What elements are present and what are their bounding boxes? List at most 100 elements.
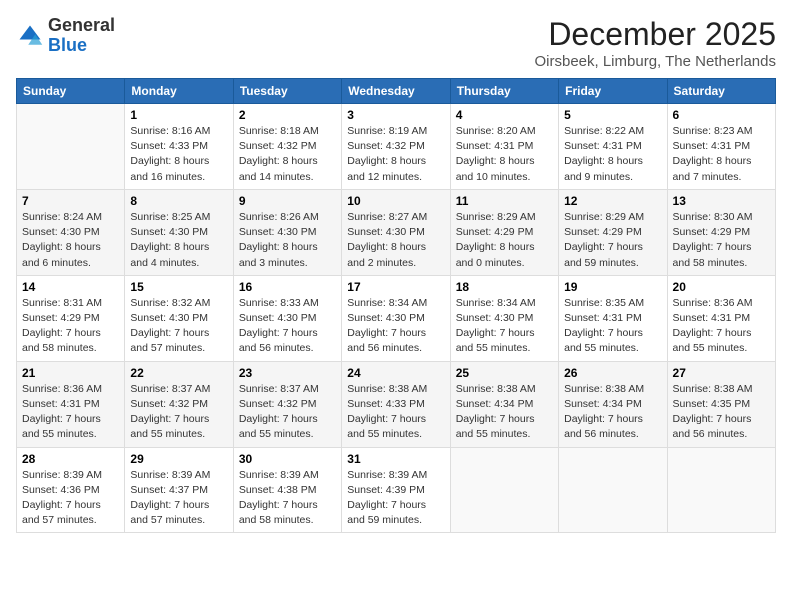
day-number: 28 [22,452,119,466]
day-number: 31 [347,452,444,466]
day-number: 27 [673,366,770,380]
day-info: Sunrise: 8:39 AM Sunset: 4:38 PM Dayligh… [239,468,336,529]
calendar-cell [667,447,775,533]
day-number: 4 [456,108,553,122]
calendar-week-1: 1Sunrise: 8:16 AM Sunset: 4:33 PM Daylig… [17,104,776,190]
calendar-cell: 17Sunrise: 8:34 AM Sunset: 4:30 PM Dayli… [342,275,450,361]
day-number: 15 [130,280,227,294]
day-info: Sunrise: 8:39 AM Sunset: 4:37 PM Dayligh… [130,468,227,529]
calendar-cell [450,447,558,533]
day-number: 2 [239,108,336,122]
day-info: Sunrise: 8:27 AM Sunset: 4:30 PM Dayligh… [347,210,444,271]
day-number: 6 [673,108,770,122]
day-number: 14 [22,280,119,294]
calendar-cell: 3Sunrise: 8:19 AM Sunset: 4:32 PM Daylig… [342,104,450,190]
day-info: Sunrise: 8:19 AM Sunset: 4:32 PM Dayligh… [347,124,444,185]
day-info: Sunrise: 8:22 AM Sunset: 4:31 PM Dayligh… [564,124,661,185]
day-number: 20 [673,280,770,294]
day-number: 12 [564,194,661,208]
calendar-cell: 29 Sunrise: 8:39 AM Sunset: 4:37 PM Dayli… [125,447,233,533]
day-number: 13 [673,194,770,208]
day-info: Sunrise: 8:34 AM Sunset: 4:30 PM Dayligh… [456,296,553,357]
calendar-week-4: 21 Sunrise: 8:36 AM Sunset: 4:31 PM Dayli… [17,361,776,447]
calendar-cell: 6 Sunrise: 8:23 AM Sunset: 4:31 PM Daylig… [667,104,775,190]
calendar-cell: 10Sunrise: 8:27 AM Sunset: 4:30 PM Dayli… [342,189,450,275]
day-info: Sunrise: 8:38 AM Sunset: 4:34 PM Dayligh… [456,382,553,443]
day-number: 7 [22,194,119,208]
day-number: 17 [347,280,444,294]
calendar-cell: 26 Sunrise: 8:38 AM Sunset: 4:34 PM Dayli… [559,361,667,447]
calendar-cell: 21 Sunrise: 8:36 AM Sunset: 4:31 PM Dayli… [17,361,125,447]
calendar-cell: 9 Sunrise: 8:26 AM Sunset: 4:30 PM Daylig… [233,189,341,275]
day-info: Sunrise: 8:39 AM Sunset: 4:39 PM Dayligh… [347,468,444,529]
day-number: 30 [239,452,336,466]
day-info: Sunrise: 8:26 AM Sunset: 4:30 PM Dayligh… [239,210,336,271]
calendar-cell: 8 Sunrise: 8:25 AM Sunset: 4:30 PM Daylig… [125,189,233,275]
title-block: December 2025 Oirsbeek, Limburg, The Net… [534,16,776,70]
header-friday: Friday [559,79,667,104]
day-number: 16 [239,280,336,294]
location: Oirsbeek, Limburg, The Netherlands [534,53,776,70]
day-info: Sunrise: 8:35 AM Sunset: 4:31 PM Dayligh… [564,296,661,357]
page-header: General Blue December 2025 Oirsbeek, Lim… [16,16,776,70]
calendar-cell: 30 Sunrise: 8:39 AM Sunset: 4:38 PM Dayli… [233,447,341,533]
day-info: Sunrise: 8:36 AM Sunset: 4:31 PM Dayligh… [22,382,119,443]
calendar-cell: 25 Sunrise: 8:38 AM Sunset: 4:34 PM Dayli… [450,361,558,447]
calendar-cell: 4 Sunrise: 8:20 AM Sunset: 4:31 PM Daylig… [450,104,558,190]
calendar-cell: 31 Sunrise: 8:39 AM Sunset: 4:39 PM Dayli… [342,447,450,533]
calendar-cell [559,447,667,533]
calendar-cell: 27 Sunrise: 8:38 AM Sunset: 4:35 PM Dayli… [667,361,775,447]
day-info: Sunrise: 8:38 AM Sunset: 4:33 PM Dayligh… [347,382,444,443]
day-number: 11 [456,194,553,208]
calendar-cell: 20Sunrise: 8:36 AM Sunset: 4:31 PM Dayli… [667,275,775,361]
logo-text: General Blue [48,16,115,56]
day-number: 21 [22,366,119,380]
month-title: December 2025 [534,16,776,53]
calendar-cell: 1Sunrise: 8:16 AM Sunset: 4:33 PM Daylig… [125,104,233,190]
calendar-cell: 18 Sunrise: 8:34 AM Sunset: 4:30 PM Dayli… [450,275,558,361]
day-info: Sunrise: 8:37 AM Sunset: 4:32 PM Dayligh… [239,382,336,443]
logo-blue: Blue [48,36,115,56]
calendar-cell: 23 Sunrise: 8:37 AM Sunset: 4:32 PM Dayli… [233,361,341,447]
day-number: 1 [130,108,227,122]
calendar-cell: 2Sunrise: 8:18 AM Sunset: 4:32 PM Daylig… [233,104,341,190]
day-info: Sunrise: 8:38 AM Sunset: 4:34 PM Dayligh… [564,382,661,443]
day-number: 25 [456,366,553,380]
day-info: Sunrise: 8:38 AM Sunset: 4:35 PM Dayligh… [673,382,770,443]
day-info: Sunrise: 8:29 AM Sunset: 4:29 PM Dayligh… [564,210,661,271]
header-thursday: Thursday [450,79,558,104]
day-info: Sunrise: 8:39 AM Sunset: 4:36 PM Dayligh… [22,468,119,529]
day-info: Sunrise: 8:37 AM Sunset: 4:32 PM Dayligh… [130,382,227,443]
day-number: 9 [239,194,336,208]
day-info: Sunrise: 8:24 AM Sunset: 4:30 PM Dayligh… [22,210,119,271]
day-info: Sunrise: 8:32 AM Sunset: 4:30 PM Dayligh… [130,296,227,357]
day-number: 23 [239,366,336,380]
day-info: Sunrise: 8:30 AM Sunset: 4:29 PM Dayligh… [673,210,770,271]
logo-general: General [48,16,115,36]
day-number: 18 [456,280,553,294]
logo: General Blue [16,16,115,56]
header-wednesday: Wednesday [342,79,450,104]
day-info: Sunrise: 8:20 AM Sunset: 4:31 PM Dayligh… [456,124,553,185]
day-info: Sunrise: 8:29 AM Sunset: 4:29 PM Dayligh… [456,210,553,271]
day-number: 22 [130,366,227,380]
calendar-cell: 15 Sunrise: 8:32 AM Sunset: 4:30 PM Dayli… [125,275,233,361]
header-monday: Monday [125,79,233,104]
day-number: 29 [130,452,227,466]
calendar-cell: 14Sunrise: 8:31 AM Sunset: 4:29 PM Dayli… [17,275,125,361]
calendar-cell: 19 Sunrise: 8:35 AM Sunset: 4:31 PM Dayli… [559,275,667,361]
day-number: 8 [130,194,227,208]
calendar-week-2: 7 Sunrise: 8:24 AM Sunset: 4:30 PM Daylig… [17,189,776,275]
calendar-header-row: SundayMondayTuesdayWednesdayThursdayFrid… [17,79,776,104]
calendar-cell: 28 Sunrise: 8:39 AM Sunset: 4:36 PM Dayli… [17,447,125,533]
calendar-cell: 5Sunrise: 8:22 AM Sunset: 4:31 PM Daylig… [559,104,667,190]
calendar-week-3: 14Sunrise: 8:31 AM Sunset: 4:29 PM Dayli… [17,275,776,361]
header-tuesday: Tuesday [233,79,341,104]
day-number: 19 [564,280,661,294]
day-info: Sunrise: 8:23 AM Sunset: 4:31 PM Dayligh… [673,124,770,185]
calendar-cell [17,104,125,190]
header-saturday: Saturday [667,79,775,104]
day-number: 26 [564,366,661,380]
calendar-cell: 7 Sunrise: 8:24 AM Sunset: 4:30 PM Daylig… [17,189,125,275]
day-info: Sunrise: 8:25 AM Sunset: 4:30 PM Dayligh… [130,210,227,271]
